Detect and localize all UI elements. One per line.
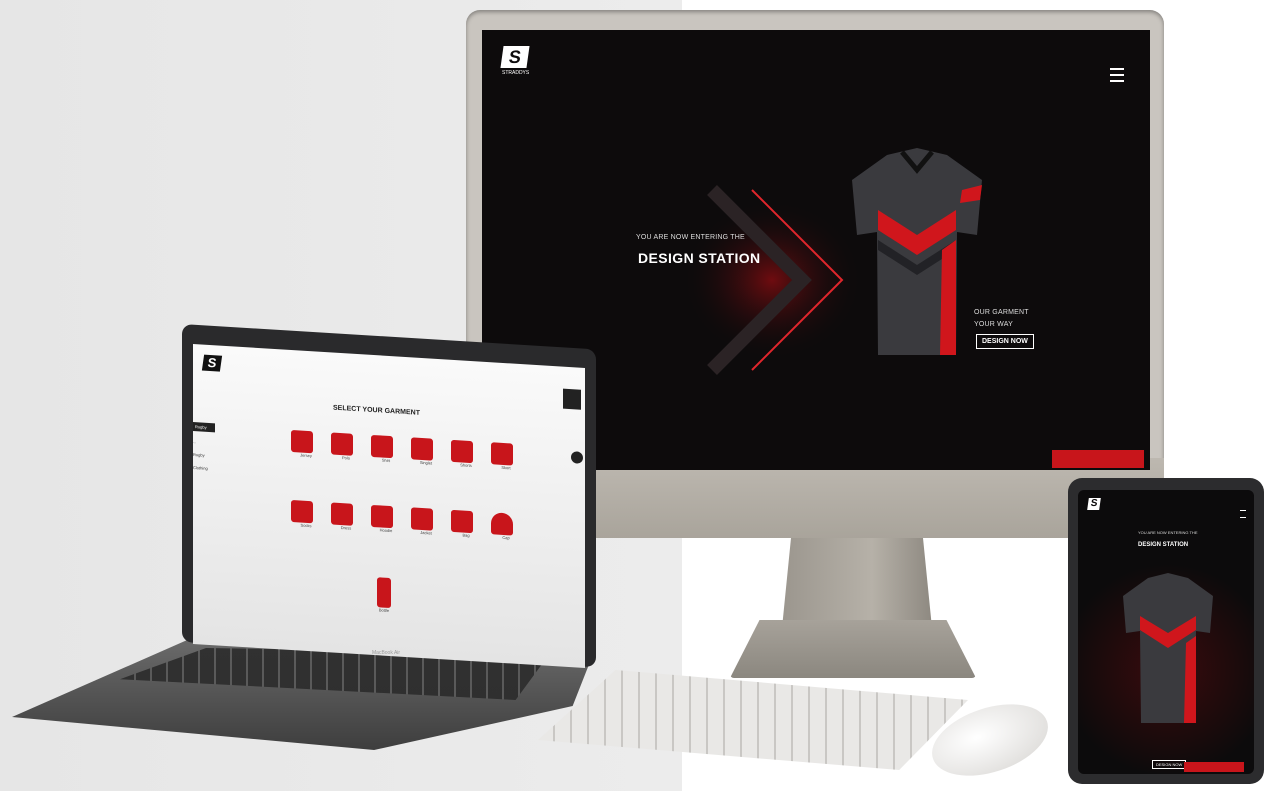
sidebar-item[interactable]: Rugby: [193, 452, 215, 458]
shorts-icon: [451, 439, 473, 464]
singlet-icon: [411, 437, 433, 461]
logo-icon[interactable]: S: [1087, 498, 1101, 510]
logo-text: STRADDYS: [502, 70, 530, 76]
headline: DESIGN STATION: [638, 250, 761, 266]
bag-icon: [451, 509, 473, 534]
jersey-icon: [291, 429, 313, 454]
garment-tile[interactable]: Shorts: [451, 439, 481, 469]
cap-icon: [491, 512, 513, 536]
slogan-line-1: OUR GARMENT: [974, 309, 1029, 316]
hoodie-icon: [371, 504, 393, 529]
hamburger-menu-icon[interactable]: [563, 388, 581, 410]
laptop-brand: MacBook Air: [372, 650, 401, 656]
select-garment-heading: SELECT YOUR GARMENT: [333, 404, 420, 417]
sidebar-item[interactable]: ...: [193, 439, 215, 445]
keyboard: [538, 670, 968, 770]
skort-icon: [491, 442, 513, 466]
footer-cta-bar[interactable]: [1184, 762, 1244, 772]
garment-tile[interactable]: Bottle: [377, 577, 391, 613]
garment-tile[interactable]: Hoodie: [371, 504, 401, 534]
bottle-icon: [377, 577, 391, 609]
jacket-icon: [411, 507, 433, 531]
monitor-stand: [782, 538, 932, 628]
hamburger-menu-icon[interactable]: [1240, 510, 1246, 518]
tablet-screen: S YOU ARE NOW ENTERING THE DESIGN STATIO…: [1078, 490, 1254, 774]
garment-tile[interactable]: Singlet: [411, 437, 441, 466]
garment-tile[interactable]: Dress: [331, 502, 361, 531]
jersey-image: [852, 148, 982, 355]
logo-icon: S: [201, 354, 223, 372]
chevron-graphic: [682, 185, 862, 375]
laptop-logo[interactable]: S: [201, 354, 223, 372]
next-arrow-icon[interactable]: [571, 451, 583, 464]
garment-tile[interactable]: Cap: [491, 512, 521, 541]
garment-tile[interactable]: Jersey: [291, 429, 321, 459]
logo-icon: S: [500, 46, 530, 68]
garment-tile[interactable]: Bag: [451, 509, 481, 539]
sidebar: Rugby ... Rugby Clothing: [193, 422, 215, 471]
jersey-image: [1123, 573, 1213, 723]
monitor-logo[interactable]: S STRADDYS: [500, 46, 530, 76]
sidebar-item[interactable]: Clothing: [193, 465, 215, 471]
shirt-icon: [371, 434, 393, 459]
monitor-foot: [730, 620, 976, 678]
dress-icon: [331, 502, 353, 526]
garment-tile[interactable]: Jacket: [411, 507, 441, 536]
headline: DESIGN STATION: [1138, 542, 1189, 548]
garment-tile[interactable]: Polo: [331, 432, 361, 461]
design-now-button[interactable]: DESIGN NOW: [1152, 760, 1187, 769]
hamburger-menu-icon[interactable]: [1110, 68, 1124, 82]
sidebar-item[interactable]: Rugby: [193, 422, 215, 433]
design-now-button[interactable]: DESIGN NOW: [976, 334, 1034, 349]
garment-tile[interactable]: Shirt: [371, 434, 401, 464]
garment-tile[interactable]: Skort: [491, 442, 521, 471]
garment-row: Jersey Polo Shirt Singlet Shorts Skort: [291, 429, 521, 471]
tagline: YOU ARE NOW ENTERING THE: [1138, 530, 1198, 535]
polo-icon: [331, 432, 353, 456]
garment-tile[interactable]: Socks: [291, 499, 321, 529]
slogan-line-2: YOUR WAY: [974, 321, 1013, 328]
footer-cta-bar[interactable]: [1052, 450, 1144, 468]
laptop-screen: S SELECT YOUR GARMENT Rugby ... Rugby Cl…: [193, 344, 585, 668]
garment-row: Socks Dress Hoodie Jacket Bag Cap: [291, 499, 521, 541]
socks-icon: [291, 499, 313, 524]
tagline: YOU ARE NOW ENTERING THE: [636, 234, 745, 241]
